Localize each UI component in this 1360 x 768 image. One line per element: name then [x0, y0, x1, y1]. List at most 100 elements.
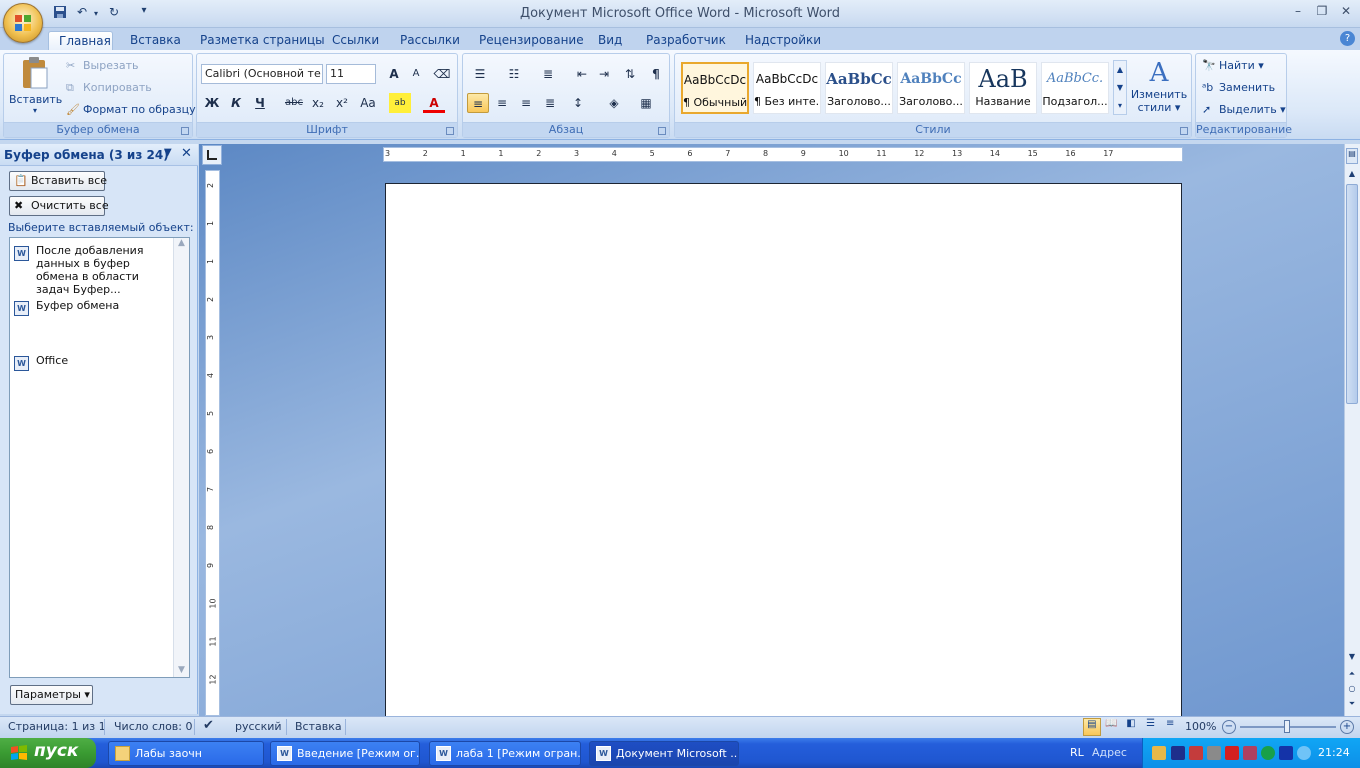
clipboard-item[interactable]: W После добавления данных в буфер обмена…	[14, 244, 166, 296]
highlight-icon[interactable]: ab	[389, 93, 411, 113]
clipboard-dialog-launcher[interactable]	[181, 127, 189, 135]
tab-selector-icon[interactable]	[202, 145, 222, 165]
next-page-icon[interactable]: ⏷	[1346, 699, 1358, 711]
bold-button[interactable]: Ж	[201, 93, 223, 113]
proofing-icon[interactable]: ✔	[203, 718, 214, 733]
zoom-out-icon[interactable]: −	[1222, 720, 1236, 734]
document-page[interactable]	[385, 183, 1182, 723]
font-name-combo[interactable]: Calibri (Основной те	[201, 64, 323, 84]
tab-review[interactable]: Рецензирование	[469, 31, 594, 50]
task-pane-close-icon[interactable]: ✕	[181, 146, 192, 161]
status-page[interactable]: Страница: 1 из 1	[8, 720, 106, 733]
full-screen-reading-icon[interactable]: 📖	[1103, 718, 1121, 736]
scroll-down-icon[interactable]: ▼	[1346, 652, 1358, 664]
tray-icon[interactable]	[1261, 746, 1275, 760]
style-no-spacing[interactable]: AaBbCcDc ¶ Без инте...	[753, 62, 821, 114]
italic-button[interactable]: К	[225, 93, 247, 113]
outline-icon[interactable]: ☰	[1142, 718, 1160, 736]
increase-indent-icon[interactable]: ⇥	[593, 64, 615, 84]
horizontal-ruler[interactable]: 3 2 1 1 2 3 4 5 6 7 8 9 10 11 12 13 14 15 16 17	[383, 147, 1183, 162]
replace-button[interactable]: ᵃb Заменить	[1202, 81, 1275, 95]
undo-icon[interactable]: ↶	[74, 5, 90, 21]
style-heading-1[interactable]: AaBbCc Заголово...	[825, 62, 893, 114]
subscript-button[interactable]: x₂	[307, 93, 329, 113]
tab-home[interactable]: Главная	[48, 31, 113, 50]
find-button[interactable]: 🔭 Найти ▾	[1202, 59, 1264, 73]
clear-formatting-icon[interactable]: ⌫	[431, 64, 453, 84]
tray-icon[interactable]	[1243, 746, 1257, 760]
minimize-button[interactable]: –	[1288, 4, 1308, 22]
bullets-icon[interactable]: ☰	[469, 64, 491, 84]
zoom-level[interactable]: 100%	[1185, 720, 1216, 733]
style-subtitle[interactable]: AaBbCc. Подзагол...	[1041, 62, 1109, 114]
undo-dropdown-icon[interactable]: ▾	[92, 9, 100, 25]
font-dialog-launcher[interactable]	[446, 127, 454, 135]
taskbar-item-laba1[interactable]: Wлаба 1 [Режим огран...	[429, 741, 581, 766]
font-color-icon[interactable]: A	[423, 93, 445, 113]
tab-page-layout[interactable]: Разметка страницы	[190, 31, 335, 50]
select-button[interactable]: ➚ Выделить ▾	[1202, 103, 1286, 117]
taskbar-item-folder[interactable]: Лабы заочн	[108, 741, 264, 766]
style-normal[interactable]: AaBbCcDc ¶ Обычный	[681, 62, 749, 114]
zoom-in-icon[interactable]: +	[1340, 720, 1354, 734]
status-language[interactable]: русский	[235, 720, 282, 733]
style-title[interactable]: AaB Название	[969, 62, 1037, 114]
paste-all-button[interactable]: 📋 Вставить все	[9, 171, 107, 191]
sort-icon[interactable]: ⇅	[619, 64, 641, 84]
task-pane-menu-icon[interactable]: ▼	[164, 147, 172, 158]
print-layout-icon[interactable]: ▤	[1083, 718, 1101, 736]
paste-button[interactable]: Вставить ▾	[9, 56, 62, 118]
underline-button[interactable]: Ч	[249, 93, 271, 113]
tab-references[interactable]: Ссылки	[322, 31, 389, 50]
multilevel-list-icon[interactable]: ≣	[537, 64, 559, 84]
previous-page-icon[interactable]: ⏶	[1346, 669, 1358, 681]
align-center-icon[interactable]: ≡	[491, 93, 513, 113]
vertical-ruler[interactable]: 2 1 1 2 3 4 5 6 7 8 9 10 11 12	[205, 170, 220, 716]
view-ruler-icon[interactable]: ▤	[1346, 148, 1358, 164]
taskbar-item-document[interactable]: W Документ Microsoft ...	[589, 741, 739, 766]
show-marks-icon[interactable]: ¶	[645, 64, 667, 84]
taskbar-item-vvedenie[interactable]: W Введение [Режим ог...	[270, 741, 420, 766]
close-button[interactable]: ✕	[1336, 4, 1356, 22]
tray-icon[interactable]	[1189, 746, 1203, 760]
tab-insert[interactable]: Вставка	[120, 31, 191, 50]
media-player-icon[interactable]	[1279, 746, 1293, 760]
format-painter-button[interactable]: 🖌 Формат по образцу	[66, 103, 196, 117]
tray-icon[interactable]	[1171, 746, 1185, 760]
align-right-icon[interactable]: ≡	[515, 93, 537, 113]
line-spacing-icon[interactable]: ↕	[567, 93, 589, 113]
paste-dropdown-icon[interactable]: ▾	[9, 106, 61, 115]
help-icon[interactable]: ?	[1340, 31, 1355, 46]
borders-icon[interactable]: ▦	[635, 93, 657, 113]
scroll-up-icon[interactable]: ▲	[1346, 169, 1358, 181]
font-size-combo[interactable]: 11	[326, 64, 376, 84]
tab-addins[interactable]: Надстройки	[735, 31, 831, 50]
save-icon[interactable]	[52, 5, 68, 21]
tab-mailings[interactable]: Рассылки	[390, 31, 470, 50]
style-heading-2[interactable]: AaBbCc Заголово...	[897, 62, 965, 114]
tray-icon[interactable]	[1152, 746, 1166, 760]
office-button[interactable]	[3, 3, 43, 43]
scroll-thumb[interactable]	[1346, 184, 1358, 404]
status-insert-mode[interactable]: Вставка	[295, 720, 342, 733]
paragraph-dialog-launcher[interactable]	[658, 127, 666, 135]
browse-object-icon[interactable]: ○	[1346, 684, 1358, 696]
options-button[interactable]: Параметры ▾	[10, 685, 93, 705]
superscript-button[interactable]: x²	[331, 93, 353, 113]
tab-view[interactable]: Вид	[588, 31, 632, 50]
tray-icon[interactable]	[1297, 746, 1311, 760]
decrease-indent-icon[interactable]: ⇤	[571, 64, 593, 84]
clipboard-item[interactable]: W Office	[14, 354, 166, 371]
status-word-count[interactable]: Число слов: 0	[114, 720, 193, 733]
styles-dialog-launcher[interactable]	[1180, 127, 1188, 135]
change-case-button[interactable]: Aa	[357, 93, 379, 113]
strikethrough-button[interactable]: abc	[283, 93, 305, 113]
clear-all-button[interactable]: ✖ Очистить все	[9, 196, 109, 216]
styles-scroll-icon[interactable]: ▲ ▼ ▾	[1113, 60, 1127, 115]
numbering-icon[interactable]: ☷	[503, 64, 525, 84]
tray-icon[interactable]	[1207, 746, 1221, 760]
web-layout-icon[interactable]: ◧	[1122, 718, 1140, 736]
tab-developer[interactable]: Разработчик	[636, 31, 736, 50]
kaspersky-icon[interactable]	[1225, 746, 1239, 760]
clipboard-list-scrollbar[interactable]: ▲ ▼	[173, 238, 189, 677]
